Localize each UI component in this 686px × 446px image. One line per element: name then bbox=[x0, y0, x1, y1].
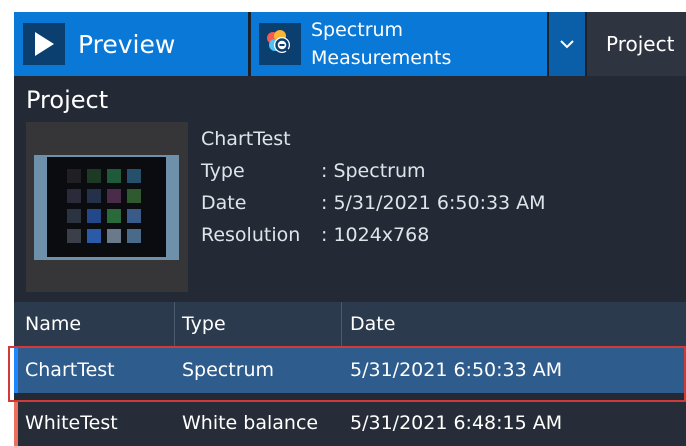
preview-button[interactable]: Preview bbox=[14, 12, 248, 76]
top-toolbar: Preview Spectrum Measurements Project bbox=[14, 12, 686, 76]
project-thumbnail[interactable] bbox=[26, 122, 188, 292]
measurement-icon bbox=[259, 23, 301, 65]
spectrum-label-line2: Measurements bbox=[311, 47, 452, 69]
row-accent bbox=[14, 347, 18, 393]
cell-type: Spectrum bbox=[182, 359, 275, 381]
cell-type: White balance bbox=[182, 412, 319, 434]
column-header-date[interactable]: Date bbox=[350, 302, 395, 346]
measurement-dropdown-button[interactable] bbox=[549, 12, 585, 76]
app-window: Preview Spectrum Measurements Project Pr… bbox=[14, 12, 686, 446]
column-header-type[interactable]: Type bbox=[182, 302, 226, 346]
table-row[interactable]: WhiteTest White balance 5/31/2021 6:48:1… bbox=[14, 400, 686, 446]
spectrum-measurements-label: Spectrum Measurements bbox=[311, 16, 451, 72]
column-resize-handle[interactable] bbox=[341, 302, 342, 346]
row-accent bbox=[14, 400, 18, 446]
cell-date: 5/31/2021 6:50:33 AM bbox=[350, 359, 563, 381]
table-header: Name Type Date bbox=[14, 302, 686, 346]
spectrum-label-line1: Spectrum bbox=[311, 19, 404, 41]
info-row-type: Type : Spectrum bbox=[201, 155, 546, 187]
project-section-title: Project bbox=[26, 86, 109, 114]
play-icon bbox=[23, 23, 65, 65]
table-row-selected[interactable]: ChartTest Spectrum 5/31/2021 6:50:33 AM bbox=[14, 347, 686, 393]
info-value: : 5/31/2021 6:50:33 AM bbox=[321, 192, 546, 214]
tab-project[interactable]: Project bbox=[587, 12, 686, 76]
info-row-date: Date : 5/31/2021 6:50:33 AM bbox=[201, 187, 546, 219]
chevron-down-icon bbox=[560, 39, 574, 48]
cell-date: 5/31/2021 6:48:15 AM bbox=[350, 412, 563, 434]
spectrum-measurements-button[interactable]: Spectrum Measurements bbox=[251, 12, 547, 76]
color-checker-image bbox=[47, 157, 166, 257]
info-value: : Spectrum bbox=[321, 160, 426, 182]
project-name: ChartTest bbox=[201, 128, 291, 150]
info-row-resolution: Resolution : 1024x768 bbox=[201, 219, 546, 251]
cell-name: WhiteTest bbox=[25, 412, 118, 434]
info-value: : 1024x768 bbox=[321, 224, 430, 246]
column-resize-handle[interactable] bbox=[174, 302, 175, 346]
info-key: Resolution bbox=[201, 224, 301, 246]
info-key: Date bbox=[201, 192, 247, 214]
column-header-name[interactable]: Name bbox=[25, 302, 81, 346]
info-key: Type bbox=[201, 160, 245, 182]
preview-label: Preview bbox=[78, 29, 176, 59]
cell-name: ChartTest bbox=[25, 359, 115, 381]
project-info: ChartTest Type : Spectrum Date : 5/31/20… bbox=[201, 123, 546, 251]
